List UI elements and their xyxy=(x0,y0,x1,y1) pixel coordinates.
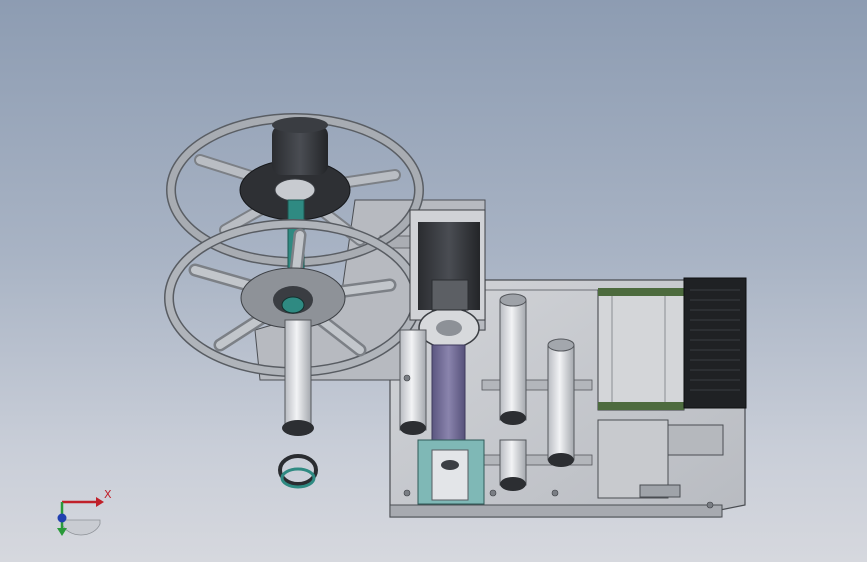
z-axis-dot xyxy=(57,513,67,523)
y-axis-head xyxy=(57,528,67,536)
x-axis-head xyxy=(96,497,104,507)
triad-plane xyxy=(61,519,101,536)
idler-roller-left[interactable] xyxy=(399,329,427,435)
tension-bracket[interactable] xyxy=(417,439,485,505)
x-axis-label: X xyxy=(104,488,112,501)
stepper-motor[interactable] xyxy=(683,277,747,409)
lower-spindle xyxy=(278,319,318,489)
gear-motor[interactable] xyxy=(409,209,486,349)
linear-actuator[interactable] xyxy=(597,288,685,411)
idler-roller-right[interactable] xyxy=(547,338,575,467)
idler-roller-mid[interactable] xyxy=(499,293,527,491)
purple-roller[interactable] xyxy=(431,344,466,441)
cad-viewport[interactable] xyxy=(0,0,867,562)
